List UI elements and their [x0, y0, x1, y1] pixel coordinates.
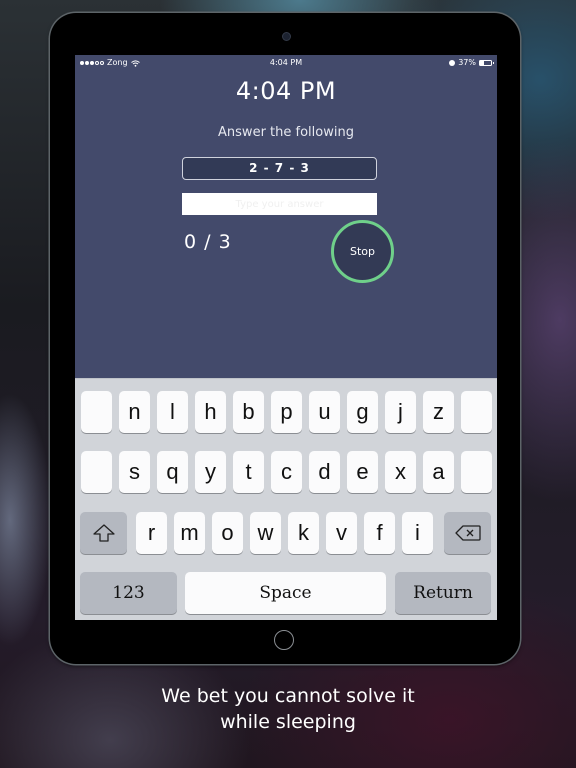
key-l[interactable]: l [157, 391, 188, 433]
status-time: 4:04 PM [269, 58, 303, 67]
numbers-key[interactable]: 123 [80, 572, 177, 614]
status-bar: Zong 4:04 PM 37% [75, 55, 497, 71]
status-right: 37% [449, 55, 494, 71]
key-r[interactable]: r [136, 512, 167, 554]
key-blank[interactable] [461, 451, 492, 493]
shift-arrow-icon [92, 524, 115, 542]
key-g[interactable]: g [347, 391, 378, 433]
marketing-tagline: We bet you cannot solve it while sleepin… [0, 683, 576, 735]
key-m[interactable]: m [174, 512, 205, 554]
home-button[interactable] [274, 630, 294, 650]
front-camera [282, 32, 291, 41]
shift-key[interactable] [80, 512, 127, 554]
space-key[interactable]: Space [185, 572, 386, 614]
key-u[interactable]: u [309, 391, 340, 433]
key-w[interactable]: w [250, 512, 281, 554]
key-a[interactable]: a [423, 451, 454, 493]
challenge-prompt: Answer the following [218, 125, 354, 140]
answer-input[interactable] [182, 193, 377, 215]
key-x[interactable]: x [385, 451, 416, 493]
battery-percent: 37% [458, 58, 476, 67]
ipad-device-frame: Zong 4:04 PM 37% 4:04 PM Answer the foll… [50, 13, 520, 664]
key-i[interactable]: i [402, 512, 433, 554]
key-t[interactable]: t [233, 451, 264, 493]
onscreen-keyboard: 123 Space Return nlhbpugjz sqytcdexa rmowk… [75, 378, 497, 620]
tagline-line-2: while sleeping [220, 711, 356, 733]
key-y[interactable]: y [195, 451, 226, 493]
key-o[interactable]: o [212, 512, 243, 554]
return-key[interactable]: Return [395, 572, 491, 614]
key-blank[interactable] [81, 451, 112, 493]
key-b[interactable]: b [233, 391, 264, 433]
key-k[interactable]: k [288, 512, 319, 554]
delete-key[interactable] [444, 512, 491, 554]
key-v[interactable]: v [326, 512, 357, 554]
key-e[interactable]: e [347, 451, 378, 493]
alarm-clock-time: 4:04 PM [235, 77, 337, 105]
key-blank[interactable] [461, 391, 492, 433]
score-counter: 0 / 3 [184, 231, 232, 253]
key-p[interactable]: p [271, 391, 302, 433]
key-c[interactable]: c [271, 451, 302, 493]
tagline-line-1: We bet you cannot solve it [161, 685, 415, 707]
stop-button[interactable]: Stop [331, 220, 394, 283]
backspace-icon [454, 525, 481, 541]
alarm-icon [449, 60, 456, 66]
key-j[interactable]: j [385, 391, 416, 433]
app-screen: Zong 4:04 PM 37% 4:04 PM Answer the foll… [75, 55, 497, 620]
key-d[interactable]: d [309, 451, 340, 493]
math-problem: 2 - 7 - 3 [182, 157, 377, 180]
key-z[interactable]: z [423, 391, 454, 433]
key-f[interactable]: f [364, 512, 395, 554]
battery-icon [479, 60, 494, 66]
key-q[interactable]: q [157, 451, 188, 493]
key-h[interactable]: h [195, 391, 226, 433]
key-s[interactable]: s [119, 451, 150, 493]
key-blank[interactable] [81, 391, 112, 433]
key-n[interactable]: n [119, 391, 150, 433]
